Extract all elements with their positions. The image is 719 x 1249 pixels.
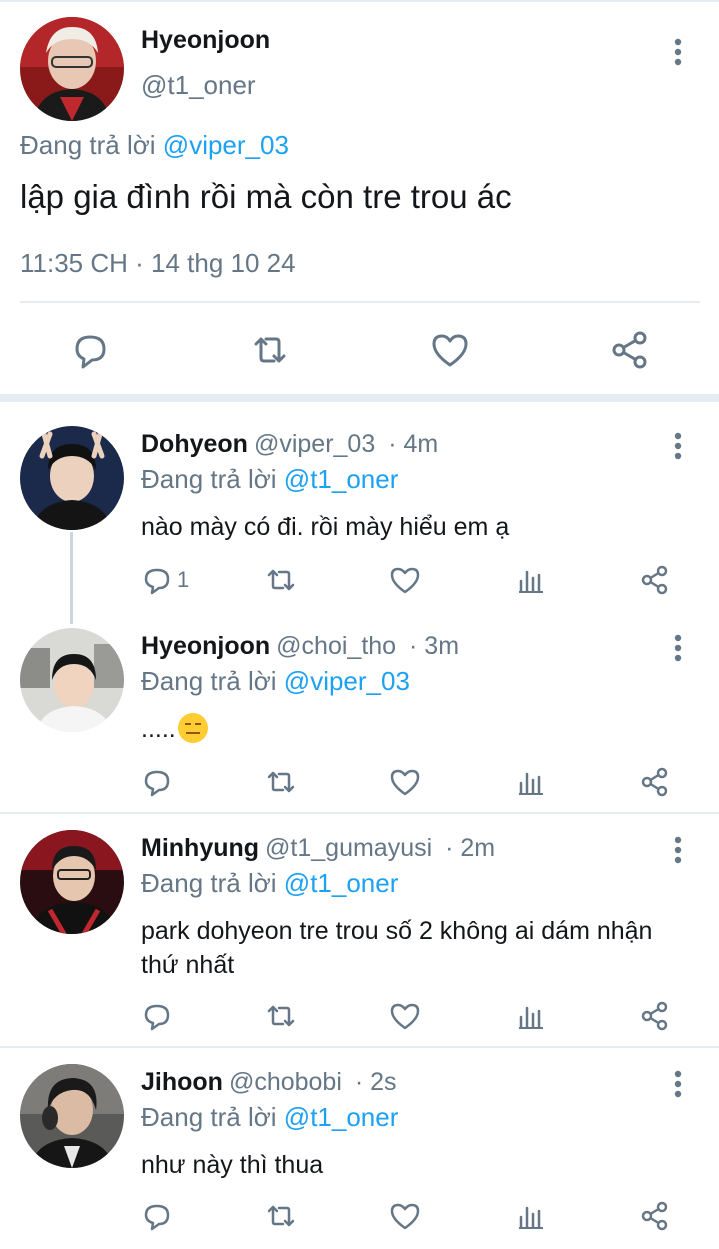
analytics-icon[interactable] — [515, 998, 547, 1034]
more-vertical-icon[interactable] — [663, 34, 693, 70]
more-vertical-icon[interactable] — [663, 832, 693, 868]
author-name[interactable]: Jihoon — [141, 1068, 223, 1096]
author-handle[interactable]: @chobobi — [229, 1068, 342, 1096]
reply-icon[interactable] — [141, 1198, 173, 1234]
heart-icon[interactable] — [389, 562, 421, 598]
author-name[interactable]: Hyeonjoon — [141, 26, 270, 55]
replying-mention[interactable]: @t1_oner — [284, 1102, 399, 1132]
reply-header: Dohyeon @viper_03 · 4m — [141, 430, 438, 459]
replying-mention[interactable]: @viper_03 — [163, 130, 289, 160]
reply-header: Minhyung @t1_gumayusi · 2m — [141, 834, 495, 863]
retweet-icon[interactable] — [248, 328, 292, 372]
reply-text: ..... — [141, 715, 176, 743]
reply-icon[interactable] — [141, 998, 173, 1034]
author-name[interactable]: Dohyeon — [141, 430, 248, 458]
tweet-timestamp: 11:35 CH · 14 thg 10 24 — [20, 248, 296, 278]
reply-icon[interactable] — [68, 328, 112, 372]
divider — [0, 1046, 719, 1048]
author-name[interactable]: Minhyung — [141, 834, 259, 862]
replying-to: Đang trả lời @viper_03 — [141, 666, 410, 697]
heart-icon[interactable] — [389, 1198, 421, 1234]
reply-header: Hyeonjoon @choi_tho · 3m — [141, 632, 459, 661]
replying-mention[interactable]: @viper_03 — [284, 666, 410, 696]
replying-to: Đang trả lời @t1_oner — [141, 1102, 398, 1133]
reply-actions: 1 — [141, 562, 701, 598]
replying-prefix: Đang trả lời — [141, 666, 277, 696]
share-icon[interactable] — [639, 1198, 671, 1234]
thread-line — [70, 532, 73, 624]
replying-prefix: Đang trả lời — [141, 464, 277, 494]
reply-actions — [141, 998, 701, 1034]
share-icon[interactable] — [639, 562, 671, 598]
tweet-actions — [0, 322, 719, 378]
reply-text: park dohyeon tre trou số 2 không ai dám … — [141, 917, 653, 979]
reply-tweet[interactable]: Jihoon @chobobi · 2s Đang trả lời @t1_one… — [0, 1064, 719, 1244]
reply-icon[interactable] — [141, 764, 173, 800]
replying-prefix: Đang trả lời — [20, 130, 156, 160]
replying-to: Đang trả lời @t1_oner — [141, 464, 398, 495]
analytics-icon[interactable] — [515, 562, 547, 598]
main-tweet: Hyeonjoon @t1_oner Đang trả lời @viper_0… — [0, 0, 719, 398]
retweet-icon[interactable] — [265, 562, 297, 598]
reply-tweet[interactable]: Dohyeon @viper_03 · 4m Đang trả lời @t1_o… — [0, 426, 719, 606]
reply-header: Jihoon @chobobi · 2s — [141, 1068, 397, 1097]
reply-time: · 3m — [409, 632, 460, 660]
replying-mention[interactable]: @t1_oner — [284, 868, 399, 898]
divider — [0, 812, 719, 814]
heart-icon[interactable] — [389, 998, 421, 1034]
reply-time: · 2s — [354, 1068, 397, 1096]
author-name[interactable]: Hyeonjoon — [141, 632, 270, 660]
avatar[interactable] — [20, 426, 124, 530]
retweet-icon[interactable] — [265, 764, 297, 800]
analytics-icon[interactable] — [515, 764, 547, 800]
avatar[interactable] — [20, 17, 124, 121]
replying-mention[interactable]: @t1_oner — [284, 464, 399, 494]
share-icon[interactable] — [608, 328, 652, 372]
avatar[interactable] — [20, 628, 124, 732]
reply-actions — [141, 1198, 701, 1234]
reply-actions — [141, 764, 701, 800]
reply-button[interactable]: 1 — [141, 562, 189, 598]
author-handle[interactable]: @t1_gumayusi — [265, 834, 432, 862]
heart-icon[interactable] — [389, 764, 421, 800]
section-separator — [0, 394, 719, 402]
replying-prefix: Đang trả lời — [141, 868, 277, 898]
reply-time: · 4m — [388, 430, 439, 458]
reply-count: 1 — [177, 567, 190, 592]
divider — [20, 301, 700, 303]
reply-text-row: ..... — [141, 712, 681, 746]
retweet-icon[interactable] — [265, 1198, 297, 1234]
more-vertical-icon[interactable] — [663, 428, 693, 464]
tweet-text: lập gia đình rồi mà còn tre trou ác — [20, 178, 512, 215]
reply-tweet[interactable]: Minhyung @t1_gumayusi · 2m Đang trả lời @… — [0, 830, 719, 1040]
retweet-icon[interactable] — [265, 998, 297, 1034]
analytics-icon[interactable] — [515, 1198, 547, 1234]
author-handle[interactable]: @choi_tho — [276, 632, 396, 660]
author-handle[interactable]: @viper_03 — [254, 430, 375, 458]
reply-time: · 2m — [445, 834, 496, 862]
reply-text: nào mày có đi. rồi mày hiểu em ạ — [141, 513, 510, 541]
more-vertical-icon[interactable] — [663, 630, 693, 666]
expressionless-face-icon — [177, 713, 208, 743]
avatar[interactable] — [20, 1064, 124, 1168]
avatar[interactable] — [20, 830, 124, 934]
reply-tweet[interactable]: Hyeonjoon @choi_tho · 3m Đang trả lời @vi… — [0, 628, 719, 804]
share-icon[interactable] — [639, 998, 671, 1034]
replying-to: Đang trả lời @viper_03 — [20, 130, 289, 161]
more-vertical-icon[interactable] — [663, 1066, 693, 1102]
author-handle[interactable]: @t1_oner — [141, 70, 256, 101]
replying-to: Đang trả lời @t1_oner — [141, 868, 398, 899]
reply-icon — [144, 568, 170, 595]
replying-prefix: Đang trả lời — [141, 1102, 277, 1132]
reply-text: như này thì thua — [141, 1151, 324, 1179]
heart-icon[interactable] — [428, 328, 472, 372]
share-icon[interactable] — [639, 764, 671, 800]
